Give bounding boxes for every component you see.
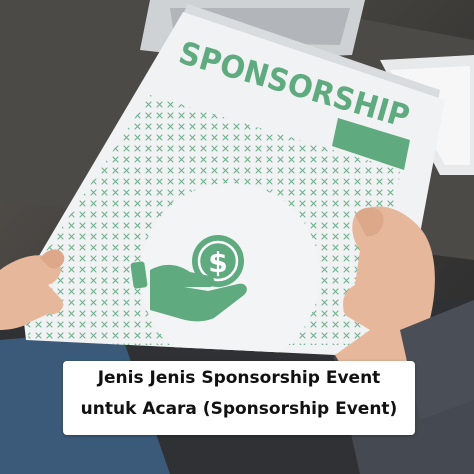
caption-line-2: untuk Acara (Sponsorship Event) [80,399,398,419]
coin-symbol: $ [208,246,227,279]
caption-box: Jenis Jenis Sponsorship Event untuk Acar… [63,361,415,435]
caption-line-1: Jenis Jenis Sponsorship Event [97,368,381,388]
